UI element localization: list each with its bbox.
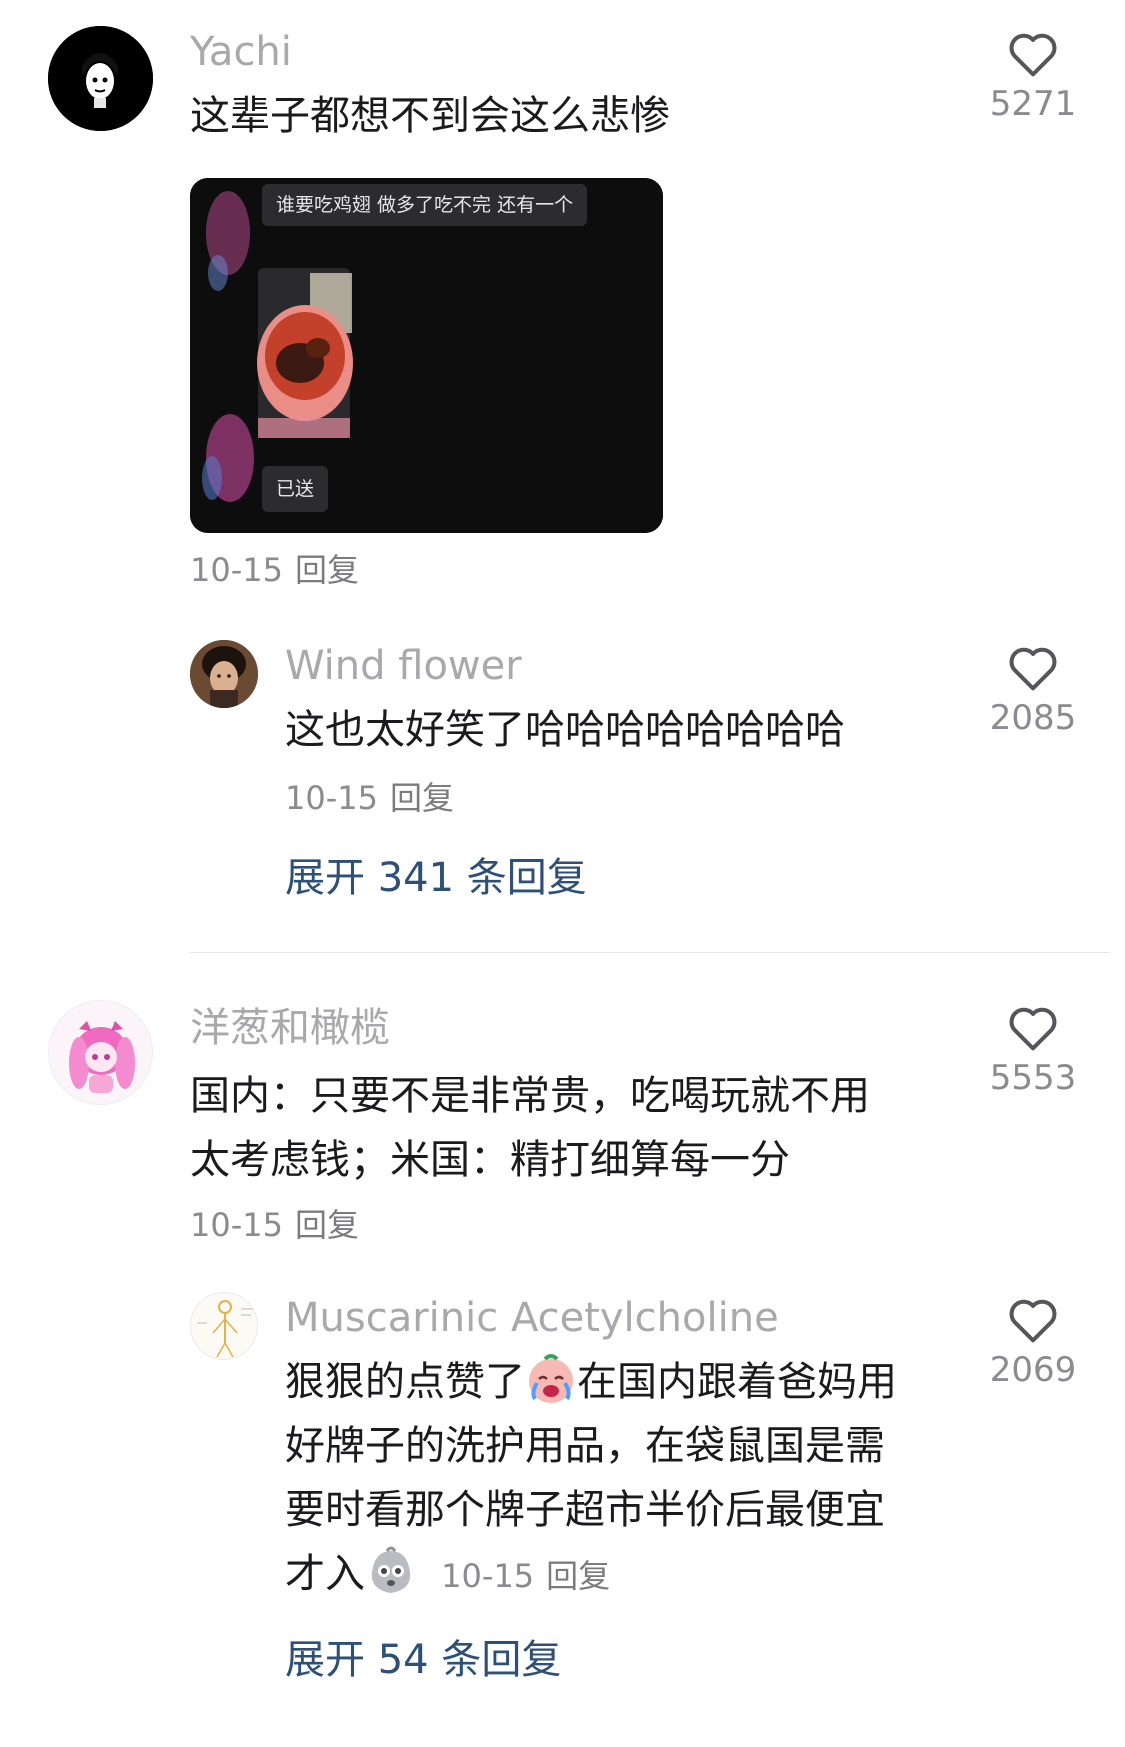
chat-screenshot-graphic xyxy=(190,178,663,533)
expand-replies-button[interactable]: 展开 341 条回复 xyxy=(285,854,587,902)
reply-like-button[interactable]: 2069 xyxy=(968,1294,1098,1390)
comment-text-line: 国内：只要不是非常贵，吃喝玩就不用 xyxy=(190,1073,870,1119)
reply-button[interactable]: 回复 xyxy=(295,1206,359,1244)
dizzy-emoji-icon xyxy=(371,1546,411,1593)
reply-button[interactable]: 回复 xyxy=(546,1557,610,1595)
reply-text-part: 才入 xyxy=(285,1551,365,1597)
avatar-portrait xyxy=(48,26,153,131)
heart-outline-icon xyxy=(1009,33,1057,77)
comment-text-line: 太考虑钱；米国：精打细算每一分 xyxy=(190,1137,790,1183)
username[interactable]: Yachi xyxy=(190,28,292,76)
comment-date: 10-15 xyxy=(190,1206,283,1244)
avatar-nervous-system xyxy=(191,1293,257,1359)
reply-like-button[interactable]: 2085 xyxy=(968,642,1098,738)
avatar[interactable] xyxy=(48,26,153,131)
image-sent-bubble: 已送 xyxy=(262,466,329,512)
reply-text-part: 狠狠的点赞了 xyxy=(285,1359,525,1405)
avatar[interactable] xyxy=(48,1000,153,1105)
like-button[interactable]: 5271 xyxy=(968,28,1098,124)
username[interactable]: 洋葱和橄榄 xyxy=(190,1004,390,1052)
comment-text: 这辈子都想不到会这么悲惨 xyxy=(190,93,670,139)
reply-avatar[interactable] xyxy=(190,640,258,708)
crying-emoji-icon xyxy=(529,1354,573,1403)
reply-text: 这也太好笑了哈哈哈哈哈哈哈哈 xyxy=(285,707,845,753)
comment-meta: 10-15 回复 xyxy=(190,1205,359,1245)
reply-button[interactable]: 回复 xyxy=(390,779,454,817)
avatar-portrait xyxy=(190,640,258,708)
reply-date: 10-15 xyxy=(441,1557,535,1595)
expand-replies-button[interactable]: 展开 54 条回复 xyxy=(285,1636,561,1684)
reply-avatar[interactable] xyxy=(190,1292,258,1360)
reply-date: 10-15 xyxy=(285,779,378,817)
like-count: 5271 xyxy=(989,84,1077,124)
comment-meta: 10-15 回复 xyxy=(190,550,359,590)
like-count: 2069 xyxy=(989,1350,1077,1390)
like-count: 2085 xyxy=(989,698,1077,738)
reply-username[interactable]: Wind flower xyxy=(285,642,522,690)
reply-username[interactable]: Muscarinic Acetylcholine xyxy=(285,1294,779,1342)
reply-text-part: 在国内跟着爸妈用 xyxy=(577,1359,897,1405)
reply-meta: 10-15 回复 xyxy=(285,778,454,818)
comment-date: 10-15 xyxy=(190,551,283,589)
heart-outline-icon xyxy=(1009,1007,1057,1051)
avatar-anime-girl xyxy=(49,1001,152,1104)
reply-button[interactable]: 回复 xyxy=(295,551,359,589)
heart-outline-icon xyxy=(1009,1299,1057,1343)
reply-meta: 10-15 回复 xyxy=(431,1557,610,1595)
reply-text-line: 狠狠的点赞了 在国内跟着爸妈用 xyxy=(285,1350,897,1414)
comment-image[interactable]: 谁要吃鸡翅 做多了吃不完 还有一个 已送 xyxy=(190,178,663,533)
reply-text-line: 要时看那个牌子超市半价后最便宜 xyxy=(285,1487,885,1533)
reply-text-line: 好牌子的洗护用品，在袋鼠国是需 xyxy=(285,1423,885,1469)
like-count: 5553 xyxy=(989,1058,1077,1098)
divider xyxy=(190,952,1110,953)
reply-text-line: 才入 10-15 回复 xyxy=(285,1542,610,1606)
like-button[interactable]: 5553 xyxy=(968,1002,1098,1098)
heart-outline-icon xyxy=(1009,647,1057,691)
image-caption-bubble: 谁要吃鸡翅 做多了吃不完 还有一个 xyxy=(262,184,588,226)
